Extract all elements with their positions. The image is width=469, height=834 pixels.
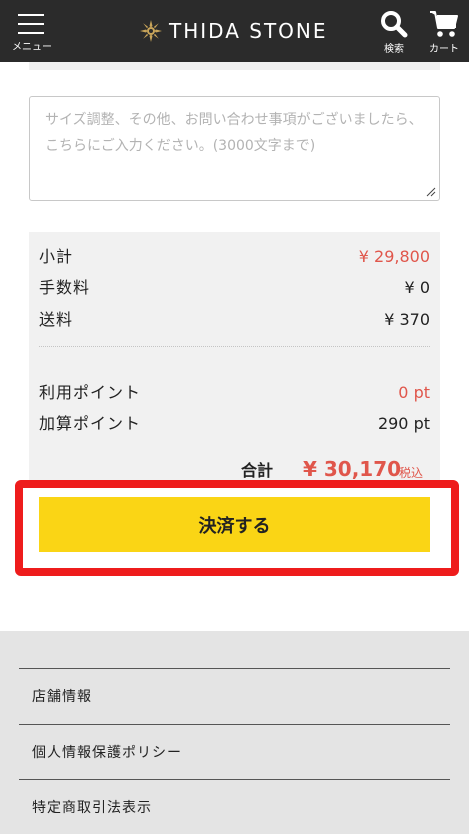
summary-divider xyxy=(39,346,430,347)
fee-label: 手数料 xyxy=(39,278,91,297)
subtotal-label: 小計 xyxy=(39,247,74,266)
earned-points-label: 加算ポイント xyxy=(39,414,142,433)
used-points-value: 0 pt xyxy=(398,383,430,402)
shipping-value: ¥ 370 xyxy=(384,310,430,329)
shipping-row: 送料 ¥ 370 xyxy=(39,307,430,333)
footer-link-commerce-law[interactable]: 特定商取引法表示 xyxy=(19,779,450,834)
resize-handle-icon[interactable] xyxy=(426,187,436,197)
site-footer: 店舗情報 個人情報保護ポリシー 特定商取引法表示 xyxy=(0,631,469,834)
total-value: ¥ 30,170 xyxy=(303,457,402,481)
cart-label: カート xyxy=(429,44,459,55)
search-label: 検索 xyxy=(384,44,404,55)
footer-link-privacy-policy[interactable]: 個人情報保護ポリシー xyxy=(19,724,450,780)
hamburger-icon xyxy=(18,14,44,34)
subtotal-row: 小計 ¥ 29,800 xyxy=(39,244,430,270)
logo-text: THIDA STONE xyxy=(169,19,328,43)
footer-link-label: 特定商取引法表示 xyxy=(32,800,152,816)
subtotal-value: ¥ 29,800 xyxy=(358,247,430,266)
cart-icon xyxy=(430,11,458,37)
search-icon xyxy=(381,11,408,38)
checkout-button[interactable]: 決済する xyxy=(39,497,430,552)
earned-points-value: 290 pt xyxy=(377,414,430,433)
site-header: メニュー THIDA STONE 検索 カート xyxy=(0,0,469,62)
search-button[interactable]: 検索 xyxy=(374,10,414,56)
fee-value: ¥ 0 xyxy=(404,278,430,297)
inquiry-placeholder: サイズ調整、その他、お問い合わせ事項がございましたら、こちらにご入力ください。(… xyxy=(45,112,423,154)
fee-row: 手数料 ¥ 0 xyxy=(39,275,430,301)
shipping-label: 送料 xyxy=(39,310,74,329)
logo-emblem-icon xyxy=(140,20,162,42)
footer-link-store-info[interactable]: 店舗情報 xyxy=(19,668,450,724)
footer-link-label: 個人情報保護ポリシー xyxy=(32,745,182,761)
used-points-label: 利用ポイント xyxy=(39,383,142,402)
site-logo[interactable]: THIDA STONE xyxy=(139,16,328,46)
cart-button[interactable]: カート xyxy=(424,10,464,56)
section-remnant xyxy=(29,62,440,70)
inquiry-textarea[interactable]: サイズ調整、その他、お問い合わせ事項がございましたら、こちらにご入力ください。(… xyxy=(29,96,440,201)
menu-label: メニュー xyxy=(12,42,52,53)
used-points-row: 利用ポイント 0 pt xyxy=(39,380,430,406)
earned-points-row: 加算ポイント 290 pt xyxy=(39,411,430,437)
menu-button[interactable]: メニュー xyxy=(8,10,56,56)
order-summary: 小計 ¥ 29,800 手数料 ¥ 0 送料 ¥ 370 利用ポイント 0 pt… xyxy=(29,232,440,481)
footer-link-label: 店舗情報 xyxy=(32,689,92,705)
